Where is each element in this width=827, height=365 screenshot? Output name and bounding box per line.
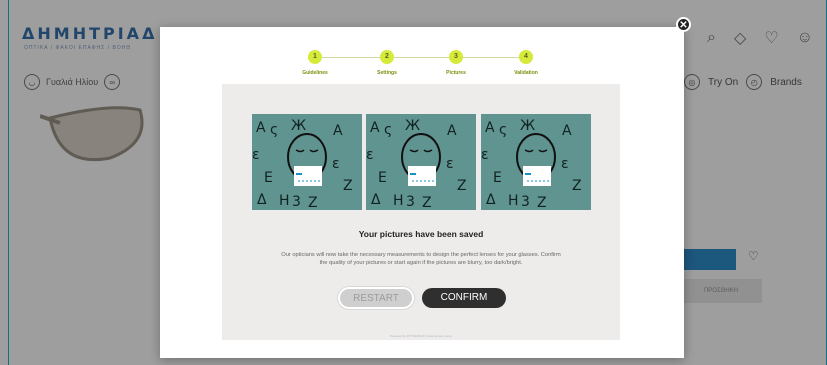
svg-text:ε: ε xyxy=(446,156,454,172)
svg-text:ε: ε xyxy=(366,147,374,163)
step-guidelines: 1 Guidelines xyxy=(285,50,345,76)
svg-text:Z: Z xyxy=(422,195,432,210)
svg-text:Z: Z xyxy=(343,178,353,194)
validation-description: Our opticians will now take the necessar… xyxy=(281,252,561,266)
captured-photo-1[interactable]: AςЖA εΕεZ ΔΗ3Z xyxy=(252,114,362,210)
step-label: Settings xyxy=(377,70,397,76)
svg-text:A: A xyxy=(562,123,572,139)
svg-text:3: 3 xyxy=(406,194,415,210)
step-number: 1 xyxy=(308,50,322,64)
svg-text:3: 3 xyxy=(521,194,530,210)
progress-steps: 1 Guidelines 2 Settings 3 Pictures 4 Val… xyxy=(276,50,576,80)
svg-text:A: A xyxy=(333,123,343,139)
svg-text:Δ: Δ xyxy=(371,192,381,208)
svg-text:Ε: Ε xyxy=(378,170,387,186)
step-settings: 2 Settings xyxy=(357,50,417,76)
svg-text:Z: Z xyxy=(537,195,547,210)
svg-text:Δ: Δ xyxy=(257,192,267,208)
svg-text:Ε: Ε xyxy=(493,170,502,186)
captured-photo-2[interactable]: AςЖA εΕεZ ΔΗ3Z xyxy=(366,114,476,210)
svg-text:Z: Z xyxy=(457,178,467,194)
photo-face-illustration: AςЖA εΕεZ ΔΗ3Z xyxy=(481,114,591,210)
svg-text:Ж: Ж xyxy=(291,118,306,134)
restart-button[interactable]: RESTART xyxy=(338,287,414,309)
svg-text:ε: ε xyxy=(252,147,260,163)
svg-text:A: A xyxy=(447,123,457,139)
svg-text:A: A xyxy=(256,120,266,136)
svg-text:Η: Η xyxy=(508,193,519,209)
svg-text:Ж: Ж xyxy=(405,118,420,134)
close-icon: ✕ xyxy=(679,20,688,31)
step-number: 4 xyxy=(519,50,533,64)
step-validation: 4 Validation xyxy=(496,50,556,76)
svg-text:Z: Z xyxy=(572,178,582,194)
close-modal-button[interactable]: ✕ xyxy=(676,17,691,32)
svg-text:Η: Η xyxy=(279,193,290,209)
svg-text:Η: Η xyxy=(393,193,404,209)
svg-text:ε: ε xyxy=(332,156,340,172)
pictures-saved-title: Your pictures have been saved xyxy=(358,229,484,239)
captured-photo-3[interactable]: AςЖA εΕεZ ΔΗ3Z xyxy=(481,114,591,210)
photo-face-illustration: AςЖA εΕεZ ΔΗ3Z xyxy=(252,114,362,210)
step-pictures: 3 Pictures xyxy=(426,50,486,76)
svg-text:A: A xyxy=(370,120,380,136)
svg-text:A: A xyxy=(485,120,495,136)
step-label: Validation xyxy=(514,70,538,76)
confirm-button[interactable]: CONFIRM xyxy=(422,288,506,308)
svg-text:ε: ε xyxy=(481,147,489,163)
svg-text:Ж: Ж xyxy=(520,118,535,134)
svg-text:ς: ς xyxy=(270,122,278,138)
step-label: Guidelines xyxy=(302,70,328,76)
step-number: 3 xyxy=(449,50,463,64)
svg-text:3: 3 xyxy=(292,194,301,210)
step-number: 2 xyxy=(380,50,394,64)
step-label: Pictures xyxy=(446,70,466,76)
svg-text:Z: Z xyxy=(308,195,318,210)
svg-text:ς: ς xyxy=(499,122,507,138)
svg-text:ε: ε xyxy=(561,156,569,172)
svg-text:Ε: Ε xyxy=(264,170,273,186)
svg-text:ς: ς xyxy=(384,122,392,138)
powered-by-footer: Powered by FITTINGBOX | data privacy pol… xyxy=(390,334,452,338)
photo-face-illustration: AςЖA εΕεZ ΔΗ3Z xyxy=(366,114,476,210)
svg-text:Δ: Δ xyxy=(486,192,496,208)
